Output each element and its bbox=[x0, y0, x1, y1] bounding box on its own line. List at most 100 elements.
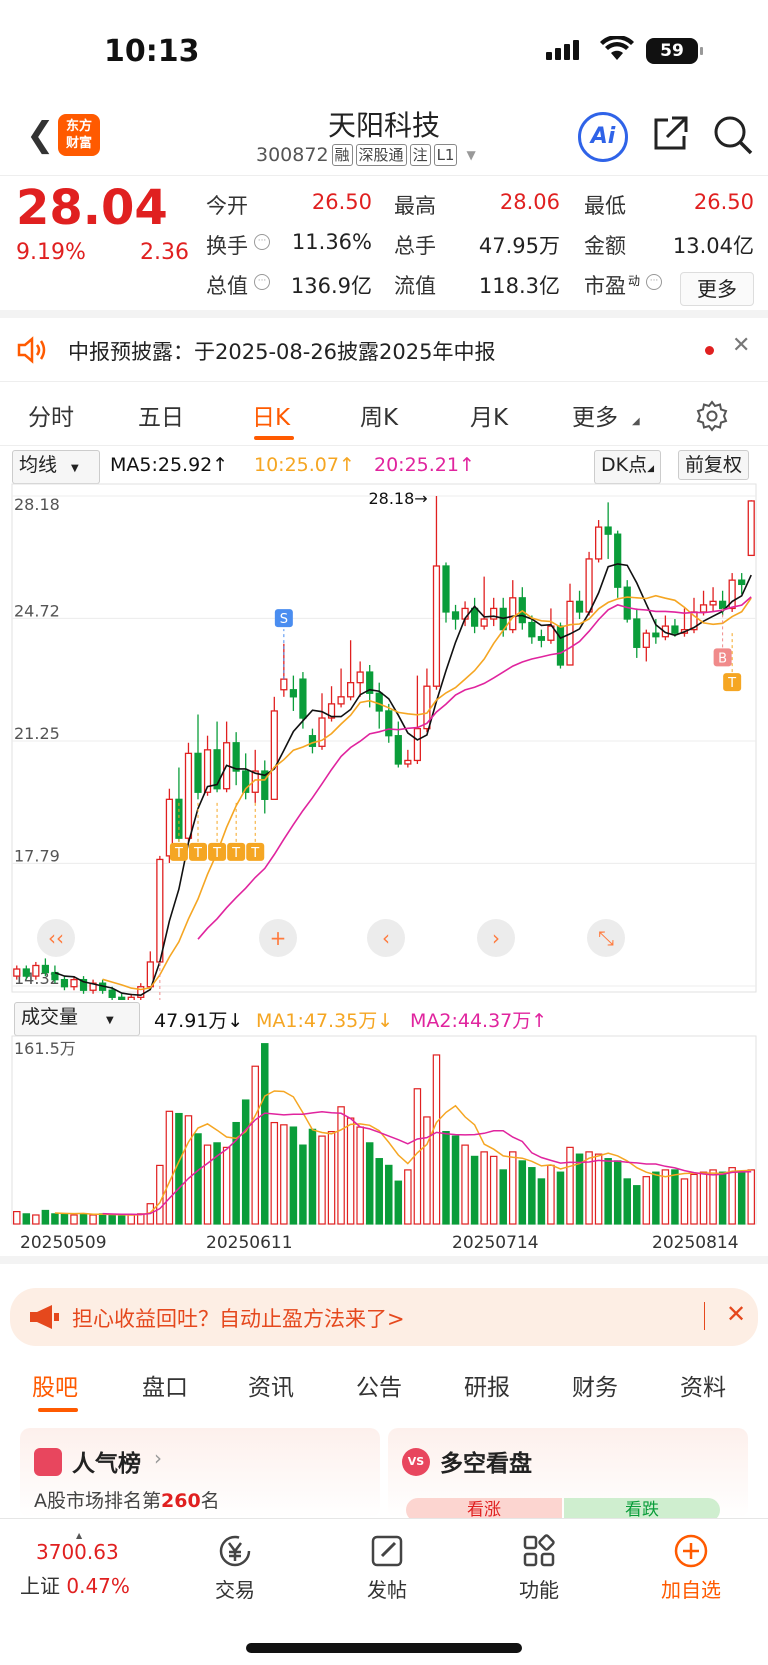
dk-point-button[interactable]: DK点◢ bbox=[594, 450, 662, 484]
tab-underline bbox=[254, 436, 294, 440]
info-icon[interactable]: ··· bbox=[646, 274, 662, 290]
more-button[interactable]: 更多 bbox=[680, 272, 754, 306]
candle bbox=[232, 732, 240, 786]
function-button[interactable]: 功能 bbox=[484, 1533, 594, 1603]
gear-icon[interactable] bbox=[696, 400, 728, 432]
ma-selector[interactable]: 均线 ▼ bbox=[12, 450, 100, 484]
volume-bar bbox=[594, 1153, 603, 1225]
info-icon[interactable]: ··· bbox=[254, 234, 270, 250]
quote-value-4: 47.95万 bbox=[478, 234, 560, 258]
rank-suffix: 名 bbox=[200, 1490, 220, 1512]
quote-label-3: 换手 bbox=[206, 234, 248, 258]
volume-bar bbox=[356, 1126, 364, 1225]
candle-body bbox=[156, 858, 164, 963]
candle bbox=[261, 760, 269, 814]
adjust-button[interactable]: 前复权 bbox=[678, 450, 750, 480]
info-icon[interactable]: ··· bbox=[254, 274, 270, 290]
caret-down-icon: ▼ bbox=[106, 1015, 114, 1026]
tab-profile[interactable]: 资料 bbox=[680, 1368, 726, 1402]
ma5-value: MA5:25.92↑ bbox=[110, 454, 229, 476]
post-label: 发帖 bbox=[367, 1578, 407, 1602]
bull-bear-card[interactable]: VS 多空看盘 看涨 看跌 bbox=[388, 1428, 748, 1522]
volume-bar bbox=[175, 1112, 183, 1225]
volume-bar bbox=[509, 1151, 517, 1225]
trade-button[interactable]: 交易 bbox=[180, 1533, 290, 1603]
candle-body bbox=[719, 600, 727, 610]
t-marker-text: T bbox=[231, 846, 240, 861]
search-icon[interactable] bbox=[712, 114, 754, 156]
tab-news[interactable]: 资讯 bbox=[248, 1368, 294, 1402]
close-icon[interactable]: ✕ bbox=[732, 333, 750, 358]
candle bbox=[556, 622, 565, 669]
candle bbox=[194, 714, 202, 800]
candle-body bbox=[394, 735, 402, 765]
tab-daily-k[interactable]: 日K bbox=[252, 398, 290, 432]
vol-ma2-value: MA2:44.37万↑ bbox=[410, 1010, 548, 1032]
volume-bar bbox=[127, 1214, 135, 1225]
candle-body bbox=[480, 618, 488, 627]
tab-monthly-k[interactable]: 月K bbox=[470, 398, 508, 432]
popularity-card[interactable]: 人气榜 › A股市场排名第260名 bbox=[20, 1428, 380, 1518]
tab-guba[interactable]: 股吧 bbox=[32, 1368, 78, 1402]
quote-label-5: 金额 bbox=[584, 234, 626, 258]
volume-bar bbox=[385, 1164, 393, 1225]
kline-svg[interactable]: 28.1824.7221.2517.7914.3228.18→14.32SBBT… bbox=[0, 482, 768, 1028]
ai-button[interactable]: Ai bbox=[578, 112, 628, 162]
post-button[interactable]: 发帖 bbox=[332, 1533, 442, 1603]
tab-more[interactable]: 更多 bbox=[572, 398, 618, 432]
index-name: 上证 bbox=[20, 1574, 60, 1598]
tab-five-day[interactable]: 五日 bbox=[138, 398, 184, 432]
tab-finance[interactable]: 财务 bbox=[572, 1368, 618, 1402]
volume-chart[interactable]: 161.5万 20250509 20250611 20250714 20250814 bbox=[0, 1034, 768, 1264]
quote-value-1: 28.06 bbox=[499, 190, 560, 214]
candle bbox=[490, 597, 498, 627]
volume-bar bbox=[318, 1135, 326, 1225]
candle-body bbox=[308, 735, 317, 747]
x-tick-label: 20250611 bbox=[206, 1233, 293, 1253]
volume-bar bbox=[690, 1173, 698, 1225]
tab-weekly-k[interactable]: 周K bbox=[360, 398, 398, 432]
candle bbox=[308, 728, 317, 754]
bull-bear-title: 多空看盘 bbox=[440, 1451, 532, 1477]
index-ticker[interactable]: ▲ 3700.63 上证 0.47% bbox=[20, 1531, 160, 1599]
prev-icon[interactable]: ‹ bbox=[367, 919, 405, 957]
candle-body bbox=[738, 579, 746, 586]
candle bbox=[432, 496, 441, 690]
volume-bar bbox=[394, 1180, 403, 1225]
share-icon[interactable] bbox=[650, 114, 690, 154]
volume-bar bbox=[222, 1146, 231, 1225]
tab-intraday[interactable]: 分时 bbox=[28, 398, 74, 432]
volume-bar bbox=[432, 1054, 441, 1225]
volume-bar bbox=[337, 1106, 345, 1225]
fullscreen-icon[interactable]: ⤡ bbox=[587, 919, 625, 957]
rewind-icon[interactable]: ‹‹ bbox=[37, 919, 75, 957]
volume-bar bbox=[404, 1169, 412, 1225]
volume-svg[interactable]: 161.5万 20250509 20250611 20250714 20250814 bbox=[0, 1034, 768, 1256]
ma-indicator-bar: 均线 ▼ MA5:25.92↑ 10:25.07↑ 20:25.21↑ DK点◢ … bbox=[0, 448, 768, 484]
ma20-line bbox=[197, 596, 752, 940]
candle bbox=[661, 615, 669, 641]
volume-bar bbox=[489, 1155, 498, 1225]
candle bbox=[509, 580, 517, 634]
volume-bar bbox=[270, 1121, 279, 1225]
add-watchlist-button[interactable]: 加自选 bbox=[636, 1533, 746, 1603]
close-icon[interactable]: ✕ bbox=[726, 1300, 746, 1328]
next-icon[interactable]: › bbox=[477, 919, 515, 957]
volume-bar bbox=[203, 1144, 212, 1225]
wifi-icon bbox=[600, 36, 634, 60]
notice-bar[interactable]: 中报预披露：于2025-08-26披露2025年中报 ✕ bbox=[0, 318, 768, 382]
promo-banner[interactable]: 担心收益回吐？自动止盈方法来了> ✕ bbox=[10, 1288, 758, 1346]
tab-pankou[interactable]: 盘口 bbox=[142, 1368, 188, 1402]
tab-research[interactable]: 研报 bbox=[464, 1368, 510, 1402]
zoom-in-icon[interactable]: + bbox=[259, 919, 297, 957]
grid-icon bbox=[523, 1534, 555, 1567]
stock-code: 300872 bbox=[256, 144, 329, 166]
kline-chart[interactable]: 28.1824.7221.2517.7914.3228.18→14.32SBBT… bbox=[0, 482, 768, 1028]
candle bbox=[633, 608, 641, 658]
stock-code-bar[interactable]: 300872 融 深股通 注 L1 ▼ bbox=[256, 144, 476, 166]
candle-body bbox=[70, 978, 78, 988]
tab-announcement[interactable]: 公告 bbox=[356, 1368, 402, 1402]
trade-label: 交易 bbox=[215, 1578, 255, 1602]
volume-selector[interactable]: 成交量 ▼ bbox=[14, 1002, 140, 1036]
volume-bar bbox=[480, 1151, 488, 1225]
